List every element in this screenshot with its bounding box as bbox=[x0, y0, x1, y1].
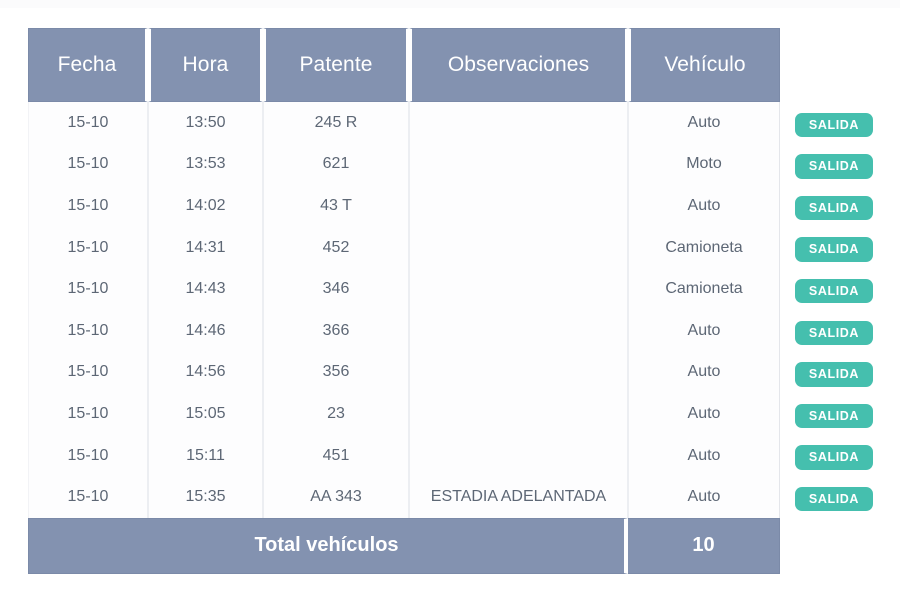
cell-vehiculo: Camioneta bbox=[628, 268, 780, 310]
status-badge-slot: SALIDA bbox=[795, 395, 885, 437]
cell-observaciones bbox=[409, 102, 628, 144]
cell-patente: 43 T bbox=[263, 185, 409, 227]
table-row[interactable]: 15-10 15:35 AA 343 ESTADIA ADELANTADA Auto bbox=[28, 476, 780, 518]
table-footer-row: Total vehículos 10 bbox=[28, 517, 780, 574]
cell-patente: 366 bbox=[263, 309, 409, 352]
cell-fecha: 15-10 bbox=[28, 143, 148, 186]
cell-patente: 452 bbox=[263, 226, 409, 269]
table-row[interactable]: 15-10 14:31 452 Camioneta bbox=[28, 226, 780, 269]
status-badge-column: SALIDA SALIDA SALIDA SALIDA SALIDA SALIDA SALI… bbox=[795, 104, 885, 520]
status-badge-slot: SALIDA bbox=[795, 146, 885, 188]
column-header-observaciones[interactable]: Observaciones bbox=[409, 28, 628, 102]
cell-vehiculo: Auto bbox=[628, 434, 780, 477]
cell-hora: 14:46 bbox=[148, 309, 263, 352]
table-footer: Total vehículos 10 bbox=[28, 517, 780, 574]
cell-hora: 14:56 bbox=[148, 351, 263, 394]
table-header-row: Fecha Hora Patente Observaciones Vehícul… bbox=[28, 28, 780, 102]
cell-patente: AA 343 bbox=[263, 476, 409, 518]
table-row[interactable]: 15-10 14:43 346 Camioneta bbox=[28, 268, 780, 310]
status-badge-slot: SALIDA bbox=[795, 187, 885, 229]
cell-observaciones bbox=[409, 226, 628, 269]
cell-patente: 346 bbox=[263, 268, 409, 310]
cell-vehiculo: Auto bbox=[628, 309, 780, 352]
report-page: Fecha Hora Patente Observaciones Vehícul… bbox=[0, 0, 900, 609]
page-top-strip bbox=[0, 0, 900, 8]
cell-fecha: 15-10 bbox=[28, 102, 148, 144]
cell-observaciones bbox=[409, 434, 628, 477]
vehicle-exit-report-table-container: Fecha Hora Patente Observaciones Vehícul… bbox=[28, 28, 780, 574]
cell-observaciones bbox=[409, 309, 628, 352]
status-badge-salida[interactable]: SALIDA bbox=[795, 320, 873, 346]
column-header-patente[interactable]: Patente bbox=[263, 28, 409, 102]
status-badge-slot: SALIDA bbox=[795, 104, 885, 146]
cell-observaciones bbox=[409, 393, 628, 435]
cell-fecha: 15-10 bbox=[28, 476, 148, 518]
cell-patente: 356 bbox=[263, 351, 409, 394]
table-row[interactable]: 15-10 15:11 451 Auto bbox=[28, 434, 780, 477]
status-badge-salida[interactable]: SALIDA bbox=[795, 154, 873, 179]
status-badge-slot: SALIDA bbox=[795, 437, 885, 479]
cell-patente: 245 R bbox=[263, 102, 409, 144]
cell-fecha: 15-10 bbox=[28, 351, 148, 394]
cell-hora: 13:50 bbox=[148, 102, 263, 144]
status-badge-salida[interactable]: SALIDA bbox=[795, 112, 873, 138]
cell-observaciones bbox=[409, 185, 628, 227]
cell-observaciones: ESTADIA ADELANTADA bbox=[409, 476, 628, 518]
cell-patente: 451 bbox=[263, 434, 409, 477]
table-row[interactable]: 15-10 15:05 23 Auto bbox=[28, 393, 780, 435]
cell-vehiculo: Auto bbox=[628, 102, 780, 144]
cell-patente: 23 bbox=[263, 393, 409, 435]
status-badge-salida[interactable]: SALIDA bbox=[795, 195, 873, 221]
table-header: Fecha Hora Patente Observaciones Vehícul… bbox=[28, 28, 780, 102]
cell-hora: 15:05 bbox=[148, 393, 263, 435]
table-body: 15-10 13:50 245 R Auto 15-10 13:53 621 Moto 15-1… bbox=[28, 102, 780, 518]
total-vehicles-value: 10 bbox=[628, 517, 780, 574]
status-badge-salida[interactable]: SALIDA bbox=[795, 486, 873, 512]
status-badge-salida[interactable]: SALIDA bbox=[795, 362, 873, 387]
cell-fecha: 15-10 bbox=[28, 226, 148, 269]
column-header-vehiculo[interactable]: Vehículo bbox=[628, 28, 780, 102]
status-badge-slot: SALIDA bbox=[795, 312, 885, 354]
cell-vehiculo: Auto bbox=[628, 476, 780, 518]
table-row[interactable]: 15-10 14:56 356 Auto bbox=[28, 351, 780, 394]
status-badge-salida[interactable]: SALIDA bbox=[795, 237, 873, 262]
cell-observaciones bbox=[409, 143, 628, 186]
cell-vehiculo: Moto bbox=[628, 143, 780, 186]
cell-vehiculo: Auto bbox=[628, 351, 780, 394]
cell-vehiculo: Camioneta bbox=[628, 226, 780, 269]
cell-observaciones bbox=[409, 351, 628, 394]
cell-hora: 15:35 bbox=[148, 476, 263, 518]
status-badge-slot: SALIDA bbox=[795, 478, 885, 520]
cell-hora: 14:02 bbox=[148, 185, 263, 227]
table-row[interactable]: 15-10 13:50 245 R Auto bbox=[28, 102, 780, 144]
column-header-fecha[interactable]: Fecha bbox=[28, 28, 148, 102]
cell-fecha: 15-10 bbox=[28, 309, 148, 352]
cell-hora: 15:11 bbox=[148, 434, 263, 477]
cell-fecha: 15-10 bbox=[28, 268, 148, 310]
status-badge-slot: SALIDA bbox=[795, 270, 885, 312]
cell-fecha: 15-10 bbox=[28, 434, 148, 477]
cell-patente: 621 bbox=[263, 143, 409, 186]
status-badge-slot: SALIDA bbox=[795, 354, 885, 396]
vehicle-exit-report-table: Fecha Hora Patente Observaciones Vehícul… bbox=[28, 28, 780, 574]
status-badge-salida[interactable]: SALIDA bbox=[795, 278, 873, 304]
status-badge-slot: SALIDA bbox=[795, 229, 885, 271]
cell-hora: 14:31 bbox=[148, 226, 263, 269]
table-row[interactable]: 15-10 13:53 621 Moto bbox=[28, 143, 780, 186]
cell-hora: 13:53 bbox=[148, 143, 263, 186]
status-badge-salida[interactable]: SALIDA bbox=[795, 403, 873, 429]
table-row[interactable]: 15-10 14:46 366 Auto bbox=[28, 309, 780, 352]
total-vehicles-label: Total vehículos bbox=[28, 517, 628, 574]
column-header-hora[interactable]: Hora bbox=[148, 28, 263, 102]
cell-fecha: 15-10 bbox=[28, 185, 148, 227]
cell-fecha: 15-10 bbox=[28, 393, 148, 435]
cell-vehiculo: Auto bbox=[628, 393, 780, 435]
cell-vehiculo: Auto bbox=[628, 185, 780, 227]
status-badge-salida[interactable]: SALIDA bbox=[795, 445, 873, 470]
table-row[interactable]: 15-10 14:02 43 T Auto bbox=[28, 185, 780, 227]
cell-hora: 14:43 bbox=[148, 268, 263, 310]
cell-observaciones bbox=[409, 268, 628, 310]
